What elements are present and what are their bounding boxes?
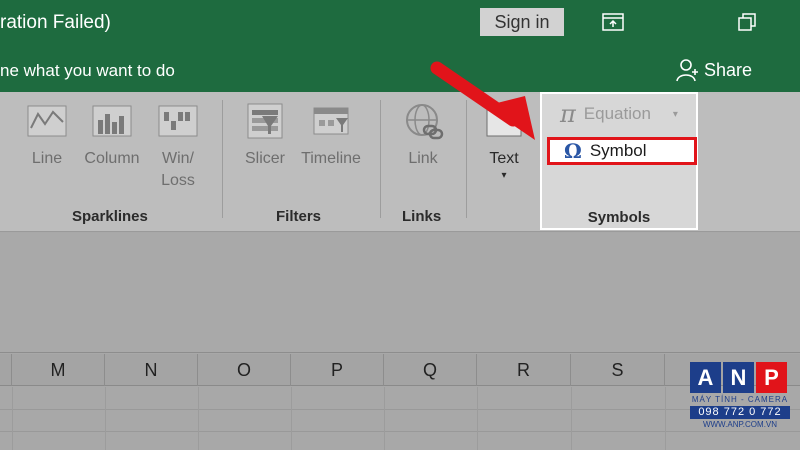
column-line bbox=[477, 387, 478, 450]
line-sparkline-button[interactable]: Line bbox=[24, 102, 70, 170]
equation-label: Equation bbox=[583, 104, 651, 123]
cell-grid[interactable] bbox=[0, 387, 800, 450]
row-header-corner bbox=[0, 354, 12, 386]
ribbon-display-options-icon[interactable] bbox=[602, 12, 624, 32]
omega-icon: Ω bbox=[564, 139, 582, 163]
anp-logo-letters: A N P bbox=[690, 362, 790, 393]
symbols-panel: π Equation ▾ Ω Symbol Symbols bbox=[540, 92, 698, 230]
chevron-down-icon: ▾ bbox=[501, 170, 507, 181]
timeline-button[interactable]: Timeline bbox=[296, 102, 366, 170]
anp-phone: 098 772 0 772 bbox=[690, 406, 790, 419]
column-line bbox=[105, 387, 106, 450]
column-header-q[interactable]: Q bbox=[384, 354, 477, 386]
anp-letter-p: P bbox=[756, 362, 787, 393]
anp-letter-a: A bbox=[690, 362, 721, 393]
share-button[interactable]: Share bbox=[676, 58, 752, 82]
column-header-o[interactable]: O bbox=[198, 354, 291, 386]
slicer-label: Slicer bbox=[244, 150, 285, 167]
anp-watermark-logo: A N P MÁY TÍNH - CAMERA 098 772 0 772 WW… bbox=[690, 362, 790, 442]
column-line bbox=[12, 387, 13, 450]
equation-button[interactable]: π Equation ▾ bbox=[560, 100, 678, 128]
person-icon bbox=[676, 59, 698, 82]
row-line bbox=[0, 409, 800, 410]
red-arrow-annotation bbox=[430, 61, 535, 140]
column-header-s[interactable]: S bbox=[571, 354, 665, 386]
line-sparkline-label: Line bbox=[31, 150, 63, 167]
text-label: Text bbox=[489, 150, 519, 167]
timeline-label: Timeline bbox=[301, 150, 361, 167]
line-sparkline-icon bbox=[27, 105, 67, 137]
links-group-label: Links bbox=[402, 208, 442, 225]
chevron-down-icon[interactable]: ▾ bbox=[673, 109, 678, 120]
anp-website: WWW.ANP.COM.VN bbox=[702, 420, 778, 429]
column-line bbox=[291, 387, 292, 450]
formula-bar-area bbox=[0, 233, 800, 353]
winloss-sparkline-icon bbox=[158, 105, 198, 137]
column-sparkline-label: Column bbox=[84, 150, 140, 167]
filters-group-label: Filters bbox=[276, 208, 322, 225]
symbol-label: Symbol bbox=[589, 141, 647, 160]
link-label: Link bbox=[408, 150, 438, 167]
row-line bbox=[0, 431, 800, 432]
column-line bbox=[665, 387, 666, 450]
title-bar: ration Failed) Sign in bbox=[0, 0, 800, 48]
symbol-button[interactable]: Ω Symbol bbox=[547, 137, 697, 165]
column-line bbox=[571, 387, 572, 450]
group-divider bbox=[380, 100, 381, 218]
column-sparkline-icon bbox=[92, 105, 132, 137]
column-sparkline-button[interactable]: Column bbox=[80, 102, 144, 170]
sign-in-button[interactable]: Sign in bbox=[480, 8, 564, 36]
tell-me-input[interactable]: ne what you want to do bbox=[0, 61, 175, 81]
winloss-sparkline-label: Win/ bbox=[162, 150, 194, 167]
share-label: Share bbox=[704, 59, 753, 80]
column-header-m[interactable]: M bbox=[12, 354, 105, 386]
slicer-icon bbox=[247, 103, 283, 139]
slicer-button[interactable]: Slicer bbox=[240, 102, 290, 170]
sparklines-group-label: Sparklines bbox=[72, 208, 148, 225]
column-header-p[interactable]: P bbox=[291, 354, 384, 386]
column-headers: M N O P Q R S T bbox=[0, 354, 800, 386]
anp-subtitle: MÁY TÍNH - CAMERA bbox=[691, 395, 789, 404]
pi-icon: π bbox=[560, 100, 576, 128]
symbols-group-label: Symbols bbox=[587, 209, 651, 226]
restore-window-icon[interactable] bbox=[736, 12, 758, 32]
anp-letter-n: N bbox=[723, 362, 754, 393]
column-line bbox=[384, 387, 385, 450]
tell-me-bar: ne what you want to do Share bbox=[0, 48, 800, 92]
winloss-sparkline-button[interactable]: Win/ Loss bbox=[154, 102, 202, 192]
column-header-r[interactable]: R bbox=[477, 354, 571, 386]
group-divider bbox=[222, 100, 223, 218]
column-header-n[interactable]: N bbox=[105, 354, 198, 386]
window-title: ration Failed) bbox=[0, 12, 111, 33]
winloss-sparkline-label-line2: Loss bbox=[161, 172, 195, 189]
timeline-icon bbox=[313, 107, 349, 135]
column-line bbox=[198, 387, 199, 450]
